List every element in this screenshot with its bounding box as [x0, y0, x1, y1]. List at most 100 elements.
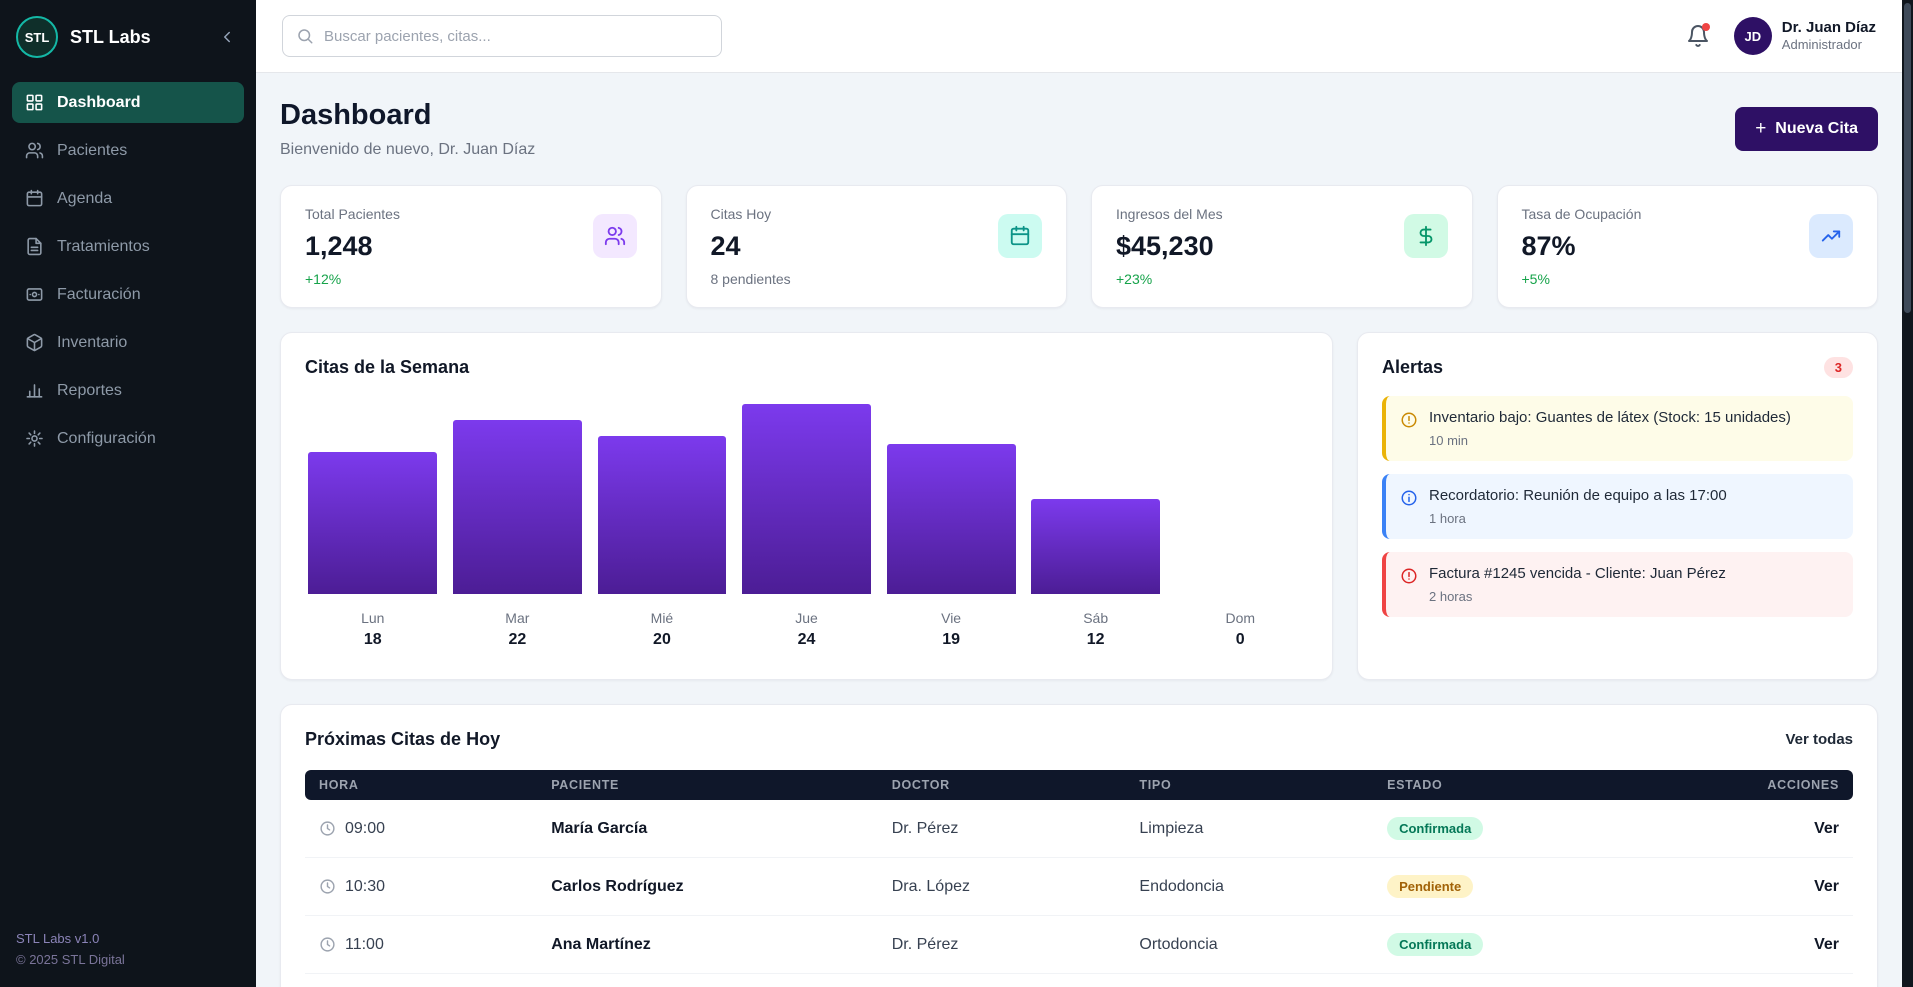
doctor-name: Dra. López [878, 858, 1126, 916]
stat-delta: +12% [305, 271, 400, 287]
sidebar-item-reportes[interactable]: Reportes [12, 370, 244, 411]
table-row: 09:00 María García Dr. Pérez Limpieza Co… [305, 800, 1853, 858]
appointment-type: Ortodoncia [1125, 916, 1373, 974]
user-role: Administrador [1782, 37, 1876, 54]
page-header: Dashboard Bienvenido de nuevo, Dr. Juan … [280, 99, 1878, 159]
stat-card-ingresos: Ingresos del Mes $45,230 +23% [1091, 185, 1473, 308]
sidebar-item-label: Configuración [57, 430, 156, 448]
bar-column: Dom 0 [1172, 404, 1308, 655]
sidebar-item-facturacion[interactable]: Facturación [12, 274, 244, 315]
scrollbar-thumb[interactable] [1904, 3, 1911, 313]
app-version: STL Labs v1.0 [16, 929, 240, 950]
clock-icon [319, 878, 336, 895]
alert-info-icon [1400, 489, 1418, 507]
plus-icon: + [1755, 118, 1766, 140]
alert-item-reminder[interactable]: Recordatorio: Reunión de equipo a las 17… [1382, 474, 1853, 539]
inventory-icon [25, 333, 44, 352]
stat-text: Citas Hoy 24 8 pendientes [711, 206, 791, 287]
sidebar-item-tratamientos[interactable]: Tratamientos [12, 226, 244, 267]
stat-label: Tasa de Ocupación [1522, 206, 1642, 222]
table-head: HORA PACIENTE DOCTOR TIPO ESTADO ACCIONE… [305, 770, 1853, 800]
brand-name: STL Labs [70, 27, 202, 48]
stat-delta: +23% [1116, 271, 1223, 287]
alert-item-invoice[interactable]: Factura #1245 vencida - Cliente: Juan Pé… [1382, 552, 1853, 617]
sidebar-footer: STL Labs v1.0 © 2025 STL Digital [0, 913, 256, 987]
user-menu[interactable]: JD Dr. Juan Díaz Administrador [1734, 17, 1876, 55]
topbar-right: JD Dr. Juan Díaz Administrador [1686, 17, 1876, 55]
table-row: 10:30 Carlos Rodríguez Dra. López Endodo… [305, 858, 1853, 916]
notifications-button[interactable] [1686, 24, 1710, 48]
new-appointment-button[interactable]: + Nueva Cita [1735, 107, 1878, 151]
topbar: JD Dr. Juan Díaz Administrador [256, 0, 1902, 73]
stat-text: Total Pacientes 1,248 +12% [305, 206, 400, 287]
sidebar-item-inventario[interactable]: Inventario [12, 322, 244, 363]
view-button[interactable]: Ver [1814, 936, 1839, 953]
sidebar-item-label: Tratamientos [57, 238, 150, 256]
app-logo: STL [16, 16, 58, 58]
stat-value: 87% [1522, 231, 1642, 262]
bar-value-label: 18 [305, 631, 441, 649]
appointment-time: 09:00 [345, 820, 385, 838]
calendar-icon [25, 189, 44, 208]
stat-value: 1,248 [305, 231, 400, 262]
search-input[interactable] [324, 28, 708, 45]
column-header-hora: HORA [305, 770, 537, 800]
sidebar-item-label: Inventario [57, 334, 127, 352]
settings-icon [25, 429, 44, 448]
patients-icon [25, 141, 44, 160]
content: Dashboard Bienvenido de nuevo, Dr. Juan … [256, 73, 1902, 987]
stat-label: Ingresos del Mes [1116, 206, 1223, 222]
page-subtitle: Bienvenido de nuevo, Dr. Juan Díaz [280, 141, 535, 159]
bar [308, 452, 437, 595]
page-title: Dashboard [280, 99, 535, 132]
user-name: Dr. Juan Díaz [1782, 19, 1876, 37]
sidebar-item-pacientes[interactable]: Pacientes [12, 130, 244, 171]
sidebar-collapse-button[interactable] [214, 24, 240, 50]
page-scrollbar[interactable] [1902, 0, 1913, 987]
status-badge: Pendiente [1387, 875, 1473, 898]
column-header-estado: ESTADO [1373, 770, 1683, 800]
alert-time: 2 horas [1429, 589, 1726, 604]
bar-value-label: 20 [594, 631, 730, 649]
sidebar-item-dashboard[interactable]: Dashboard [12, 82, 244, 123]
stat-card-ocupacion: Tasa de Ocupación 87% +5% [1497, 185, 1879, 308]
user-info: Dr. Juan Díaz Administrador [1782, 19, 1876, 54]
view-button[interactable]: Ver [1814, 820, 1839, 837]
search-box [282, 15, 722, 57]
alert-warning-icon [1400, 411, 1418, 429]
sidebar-item-label: Facturación [57, 286, 141, 304]
mid-row: Citas de la Semana Lun 18 Mar 22 [280, 332, 1878, 680]
sidebar: STL STL Labs Dashboard Pacientes Agenda … [0, 0, 256, 987]
stat-card-total-pacientes: Total Pacientes 1,248 +12% [280, 185, 662, 308]
patient-name: María García [537, 800, 878, 858]
status-badge: Confirmada [1387, 933, 1483, 956]
alert-item-inventory[interactable]: Inventario bajo: Guantes de látex (Stock… [1382, 396, 1853, 461]
doctor-name: Dr. Pérez [878, 916, 1126, 974]
sidebar-item-configuracion[interactable]: Configuración [12, 418, 244, 459]
chevron-left-icon [218, 28, 236, 46]
sidebar-item-label: Reportes [57, 382, 122, 400]
bar [598, 436, 727, 594]
view-all-link[interactable]: Ver todas [1785, 731, 1853, 748]
search-icon [296, 27, 314, 45]
stat-value: 24 [711, 231, 791, 262]
sidebar-item-agenda[interactable]: Agenda [12, 178, 244, 219]
table-header-row: Próximas Citas de Hoy Ver todas [305, 729, 1853, 750]
column-header-paciente: PACIENTE [537, 770, 878, 800]
column-header-acciones: ACCIONES [1683, 770, 1853, 800]
stat-value: $45,230 [1116, 231, 1223, 262]
x-tick-label: Lun [305, 610, 441, 626]
stat-card-citas-hoy: Citas Hoy 24 8 pendientes [686, 185, 1068, 308]
dashboard-icon [25, 93, 44, 112]
stat-delta: +5% [1522, 271, 1642, 287]
view-button[interactable]: Ver [1814, 878, 1839, 895]
alert-danger-icon [1400, 567, 1418, 585]
alerts-header: Alertas 3 [1382, 357, 1853, 378]
status-badge: Confirmada [1387, 817, 1483, 840]
stat-text: Ingresos del Mes $45,230 +23% [1116, 206, 1223, 287]
appointment-time: 11:00 [345, 936, 384, 954]
bar [453, 420, 582, 594]
x-tick-label: Mar [450, 610, 586, 626]
alerts-panel: Alertas 3 Inventario bajo: Guantes de lá… [1357, 332, 1878, 680]
appointments-title: Próximas Citas de Hoy [305, 729, 500, 750]
